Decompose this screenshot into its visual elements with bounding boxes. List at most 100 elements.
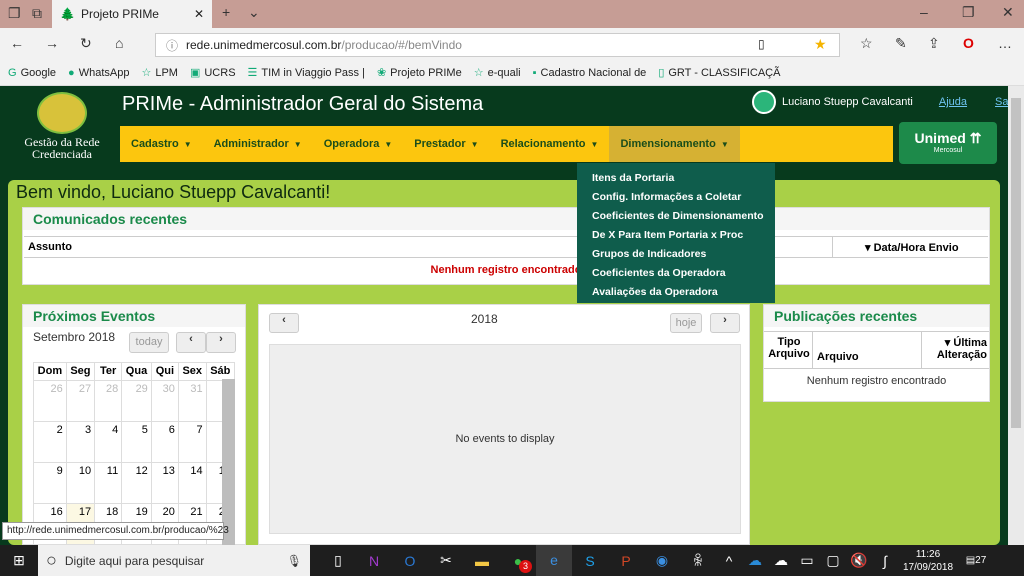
calendar-scrollbar[interactable] <box>222 379 235 545</box>
pen-icon[interactable]: ∫ <box>872 553 898 569</box>
people-icon[interactable]: ꆜ <box>680 552 716 570</box>
more-icon[interactable]: … <box>998 35 1012 51</box>
dropdown-item[interactable]: Grupos de Indicadores <box>577 245 775 264</box>
star-icon[interactable]: ★ <box>814 36 827 53</box>
calendar-day[interactable]: 26 <box>33 380 67 422</box>
edge-icon[interactable]: e <box>536 545 572 576</box>
bookmark-item[interactable]: ☰ TIM in Viaggio Pass | <box>248 66 365 79</box>
calendar-day[interactable]: 29 <box>121 380 152 422</box>
calendar-day[interactable]: 4 <box>94 421 123 463</box>
today-button[interactable]: hoje <box>670 313 702 333</box>
windows-start-icon[interactable]: ⊞ <box>0 552 38 569</box>
today-button[interactable]: today <box>129 332 169 353</box>
nav-label: Operadora <box>323 138 380 150</box>
dropdown-item[interactable]: Avaliações da Operadora <box>577 283 775 302</box>
calendar-day[interactable]: 7 <box>177 421 207 463</box>
tabs-icon[interactable]: ❐ <box>8 5 21 22</box>
battery-icon[interactable]: ▭ <box>794 552 820 569</box>
restore-icon[interactable]: ❐ <box>962 4 975 21</box>
onedrive-icon[interactable]: ☁ <box>742 552 768 569</box>
chevron-up-icon[interactable]: ^ <box>716 553 742 569</box>
calendar-day[interactable]: 28 <box>94 380 123 422</box>
prev-button[interactable]: ‹ <box>176 332 206 353</box>
refresh-icon[interactable]: ↻ <box>80 35 92 52</box>
forward-icon[interactable]: → <box>45 35 59 51</box>
next-button[interactable]: › <box>206 332 236 353</box>
bookmark-item[interactable]: ☆ e-quali <box>474 66 521 79</box>
bookmark-item[interactable]: ❀ Projeto PRIMe <box>377 66 462 79</box>
calendar-day[interactable]: 27 <box>65 380 96 422</box>
nav-item-dimensionamento[interactable]: Dimensionamento ▼ <box>609 126 740 162</box>
help-link[interactable]: Ajuda <box>939 96 967 108</box>
share-icon[interactable]: ⇪ <box>928 35 940 52</box>
notes-icon[interactable]: ✎ <box>895 35 907 52</box>
skype-icon[interactable]: S <box>572 553 608 569</box>
col-date[interactable]: ▾ Última Alteração <box>921 332 989 368</box>
volume-muted-icon[interactable]: 🔇 <box>846 552 872 569</box>
calendar-day[interactable]: 6 <box>150 421 179 463</box>
dropdown-item[interactable]: Coeficientes de Dimensionamento <box>577 207 775 226</box>
calendar-day[interactable]: 14 <box>177 462 207 504</box>
bookmark-item[interactable]: G Google <box>8 67 56 79</box>
file-explorer-icon[interactable]: ▬ <box>464 553 500 569</box>
reading-view-icon[interactable]: ▯ <box>758 37 765 51</box>
info-icon: ⓘ <box>166 38 179 53</box>
favorites-icon[interactable]: ☆ <box>860 35 873 52</box>
taskbar-search[interactable]: ○ Digite aqui para pesquisar 🎙 <box>38 545 310 576</box>
powerpoint-icon[interactable]: P <box>608 553 644 569</box>
bookmark-item[interactable]: ▯ GRT - CLASSIFICAÇÃ <box>658 66 780 79</box>
network-icon[interactable]: ▢ <box>820 552 846 569</box>
calendar-day[interactable]: 13 <box>150 462 179 504</box>
calendar-day[interactable]: 11 <box>94 462 123 504</box>
task-view-icon[interactable]: ▯ <box>320 552 356 569</box>
dropdown-item[interactable]: Config. Informações a Coletar <box>577 188 775 207</box>
dropdown-item[interactable]: Itens da Portaria <box>577 169 775 188</box>
home-icon[interactable]: ⌂ <box>115 35 123 51</box>
browser-tab[interactable]: 🌲 Projeto PRIMe ✕ <box>52 0 212 28</box>
new-tab-icon[interactable]: + <box>222 4 230 20</box>
col-date[interactable]: ▾ Data/Hora Envio <box>832 237 988 257</box>
col-subject[interactable]: Assunto <box>28 241 72 253</box>
calendar-day[interactable]: 10 <box>65 462 96 504</box>
calendar-day[interactable]: 9 <box>33 462 67 504</box>
app-icon[interactable]: ◉ <box>644 552 680 569</box>
close-window-icon[interactable]: ✕ <box>1002 4 1014 21</box>
close-tab-icon[interactable]: ✕ <box>194 7 204 21</box>
bookmark-item[interactable]: ▣ UCRS <box>190 66 236 79</box>
calendar-day[interactable]: 3 <box>65 421 96 463</box>
nav-item-administrador[interactable]: Administrador ▼ <box>203 126 313 162</box>
outlook-icon[interactable]: O <box>392 553 428 569</box>
nav-item-operadora[interactable]: Operadora ▼ <box>313 126 404 162</box>
set-aside-icon[interactable]: ⧉ <box>32 5 42 22</box>
notifications-icon[interactable]: ▤27 <box>958 555 994 566</box>
nav-item-prestador[interactable]: Prestador ▼ <box>403 126 489 162</box>
microphone-icon[interactable]: 🎙 <box>287 554 302 568</box>
chevron-down-icon[interactable]: ⌄ <box>248 4 260 21</box>
onenote-icon[interactable]: N <box>356 553 392 569</box>
opera-icon[interactable]: O <box>963 35 974 51</box>
page-scrollbar[interactable] <box>1008 86 1024 545</box>
back-icon[interactable]: ← <box>10 35 24 51</box>
calendar-day[interactable]: 5 <box>121 421 152 463</box>
dropdown-item[interactable]: De X Para Item Portaria x Proc <box>577 226 775 245</box>
col-file[interactable]: Arquivo <box>812 332 922 368</box>
calendar-day[interactable]: 2 <box>33 421 67 463</box>
nav-item-cadastro[interactable]: Cadastro ▼ <box>120 126 203 162</box>
url-input[interactable]: ⓘ rede.unimedmercosul.com.br/producao/#/b… <box>155 33 840 57</box>
snipping-icon[interactable]: ✂ <box>428 552 464 569</box>
minimize-icon[interactable]: – <box>920 4 928 20</box>
whatsapp-icon[interactable]: ● 3 <box>500 553 536 573</box>
dropdown-item[interactable]: Coeficientes da Operadora <box>577 264 775 283</box>
clock[interactable]: 11:26 17/09/2018 <box>898 548 958 574</box>
nav-item-relacionamento[interactable]: Relacionamento ▼ <box>490 126 610 162</box>
prev-button[interactable]: ‹ <box>269 313 299 333</box>
bookmark-item[interactable]: ☆ LPM <box>141 66 178 79</box>
bookmark-item[interactable]: ▪ Cadastro Nacional de <box>533 67 647 79</box>
calendar-day[interactable]: 12 <box>121 462 152 504</box>
bookmark-item[interactable]: ● WhatsApp <box>68 67 129 79</box>
sync-icon[interactable]: ☁ <box>768 552 794 569</box>
next-button[interactable]: › <box>710 313 740 333</box>
calendar-day[interactable]: 30 <box>150 380 179 422</box>
calendar-day[interactable]: 31 <box>177 380 207 422</box>
col-type[interactable]: Tipo Arquivo <box>767 336 811 360</box>
